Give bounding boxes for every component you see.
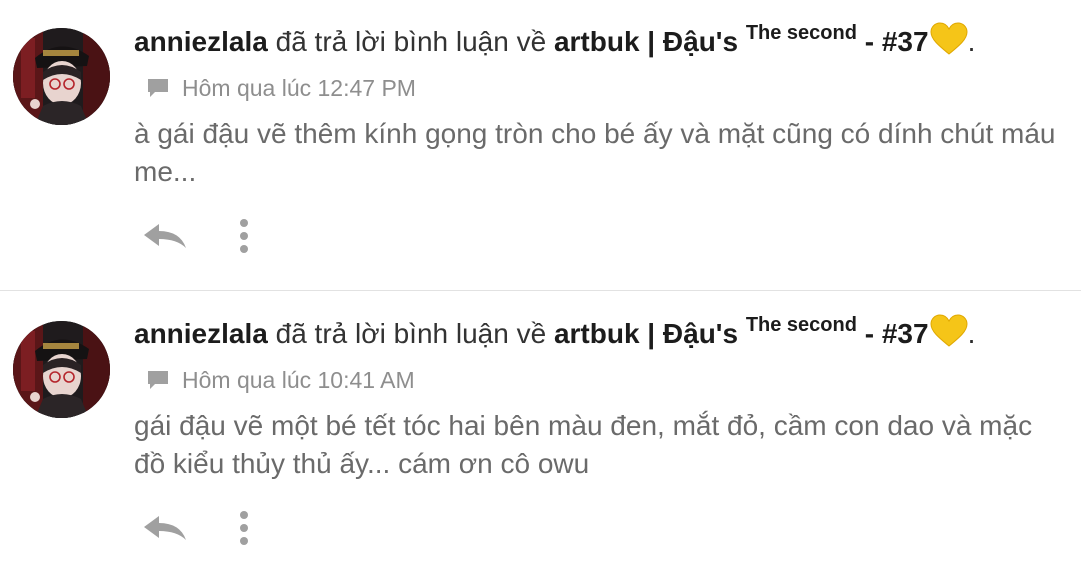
notification-item[interactable]: anniezlala đã trả lời bình luận về artbu…: [0, 0, 1081, 290]
yellow-heart-icon: [930, 22, 968, 67]
user-avatar[interactable]: [13, 321, 110, 418]
book-suffix: - #37: [864, 26, 929, 57]
vertical-dots-icon: [240, 511, 248, 545]
notification-actions: [140, 504, 266, 552]
notification-item[interactable]: anniezlala đã trả lời bình luận về artbu…: [0, 290, 1081, 572]
book-title: artbuk | Đậu's: [553, 26, 739, 57]
username-link[interactable]: anniezlala: [134, 26, 268, 57]
reply-arrow-icon: [144, 516, 186, 540]
reply-arrow-icon: [144, 224, 186, 248]
speech-bubble-icon: [146, 77, 170, 99]
book-superscript: The second: [745, 22, 857, 44]
headline-period: .: [967, 26, 976, 57]
avatar-image: [13, 321, 110, 418]
book-title-link[interactable]: artbuk | Đậu's The second - #37: [553, 315, 929, 349]
timestamp: Hôm qua lúc 10:41 AM: [182, 366, 415, 393]
more-options-button[interactable]: [222, 214, 266, 258]
speech-bubble-icon: [146, 369, 170, 391]
notification-meta: Hôm qua lúc 10:41 AM: [146, 365, 1069, 395]
notification-content: anniezlala đã trả lời bình luận về artbu…: [134, 22, 1069, 191]
vertical-dots-icon: [240, 219, 248, 253]
timestamp: Hôm qua lúc 12:47 PM: [182, 74, 416, 101]
headline-period: .: [967, 318, 976, 349]
book-suffix: - #37: [864, 318, 929, 349]
notification-headline: anniezlala đã trả lời bình luận về artbu…: [134, 22, 1069, 67]
book-title: artbuk | Đậu's: [553, 318, 739, 349]
comment-text[interactable]: gái đậu vẽ một bé tết tóc hai bên màu đe…: [134, 407, 1069, 483]
avatar-image: [13, 28, 110, 125]
book-title-link[interactable]: artbuk | Đậu's The second - #37: [553, 23, 929, 57]
action-text: đã trả lời bình luận về: [275, 318, 547, 349]
notification-meta: Hôm qua lúc 12:47 PM: [146, 73, 1069, 103]
comment-text[interactable]: à gái đậu vẽ thêm kính gọng tròn cho bé …: [134, 115, 1069, 191]
notification-content: anniezlala đã trả lời bình luận về artbu…: [134, 314, 1069, 483]
more-options-button[interactable]: [222, 506, 266, 550]
username-link[interactable]: anniezlala: [134, 318, 268, 349]
book-superscript: The second: [745, 314, 857, 336]
reply-button[interactable]: [140, 214, 190, 258]
reply-button[interactable]: [140, 506, 190, 550]
notification-headline: anniezlala đã trả lời bình luận về artbu…: [134, 314, 1069, 359]
notification-actions: [140, 212, 266, 260]
yellow-heart-icon: [930, 314, 968, 359]
action-text: đã trả lời bình luận về: [275, 26, 547, 57]
user-avatar[interactable]: [13, 28, 110, 125]
